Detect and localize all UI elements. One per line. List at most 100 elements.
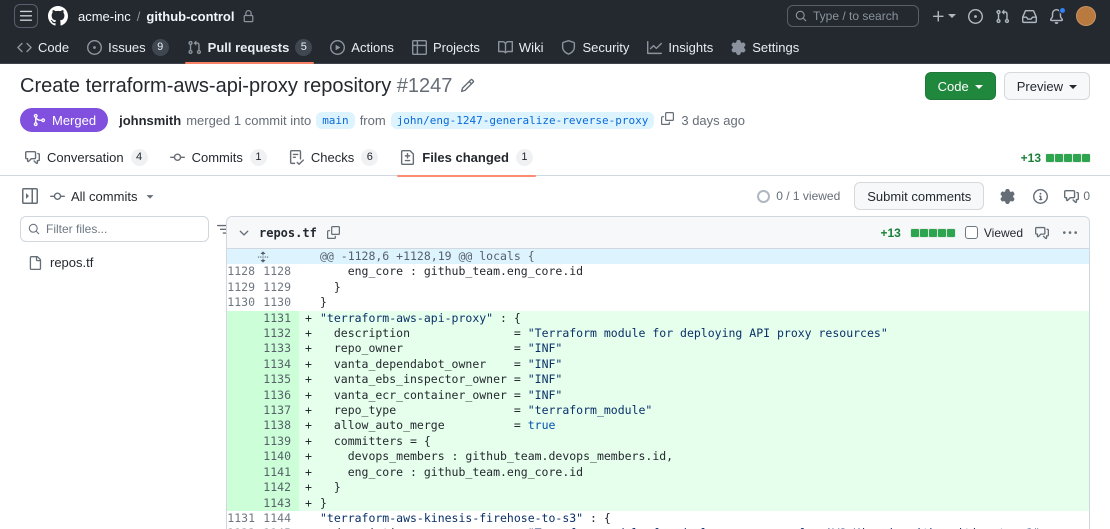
global-search[interactable] <box>787 5 919 27</box>
hamburger-menu-button[interactable] <box>14 4 38 28</box>
diff-info-button[interactable] <box>1031 187 1050 206</box>
new-line-number[interactable]: 1134 <box>263 356 299 373</box>
repo-nav-item-actions[interactable]: Actions <box>321 32 403 63</box>
code-line: } <box>318 480 1089 496</box>
viewed-checkbox[interactable] <box>964 226 978 239</box>
new-line-number[interactable]: 1142 <box>263 480 299 496</box>
repo-nav-item-wiki[interactable]: Wiki <box>489 32 553 63</box>
repo-nav-item-settings[interactable]: Settings <box>722 32 808 63</box>
repo-nav-item-issues[interactable]: Issues 9 <box>78 32 178 63</box>
old-line-number[interactable] <box>227 341 263 357</box>
old-line-number[interactable] <box>227 356 263 373</box>
new-line-number[interactable]: 1128 <box>263 264 299 279</box>
file-filter <box>20 216 209 242</box>
new-line-number[interactable]: 1129 <box>263 280 299 295</box>
file-options-button[interactable] <box>1061 224 1079 242</box>
tab-files-changed[interactable]: Files changed 1 <box>389 140 544 177</box>
diff-row: 1130 1130} <box>227 295 1089 310</box>
old-line-number[interactable] <box>227 310 263 327</box>
new-line-number[interactable]: 1143 <box>263 495 299 511</box>
old-line-number[interactable] <box>227 449 263 465</box>
tab-checks[interactable]: Checks 6 <box>278 140 389 176</box>
counter-badge: 4 <box>130 149 148 166</box>
copy-icon <box>326 226 340 239</box>
inbox-button[interactable] <box>1022 9 1037 24</box>
new-line-number[interactable]: 1139 <box>263 433 299 450</box>
copy-file-path-button[interactable] <box>325 224 342 241</box>
issues-dashboard-button[interactable] <box>968 8 983 24</box>
plus-icon <box>931 9 946 24</box>
notifications-button[interactable] <box>1049 6 1066 24</box>
head-branch-label[interactable]: john/eng-1247-generalize-reverse-proxy <box>390 111 655 129</box>
old-line-number[interactable] <box>227 495 263 511</box>
new-line-number[interactable]: 1141 <box>263 464 299 481</box>
code-line: devops_members : github_team.devops_memb… <box>318 449 1089 465</box>
new-line-number[interactable]: 1132 <box>263 326 299 342</box>
diff-marker: + <box>299 449 318 465</box>
old-line-number[interactable] <box>227 464 263 481</box>
new-line-number[interactable]: 1137 <box>263 403 299 419</box>
pull-requests-dashboard-button[interactable] <box>995 9 1010 24</box>
breadcrumb: acme-inc / github-control <box>78 9 255 24</box>
new-line-number[interactable]: 1138 <box>263 418 299 434</box>
author-link[interactable]: johnsmith <box>119 113 181 128</box>
code-button[interactable]: Code <box>924 72 996 100</box>
repo-nav-item-projects[interactable]: Projects <box>403 32 489 63</box>
create-new-button[interactable] <box>931 9 956 24</box>
collapse-file-button[interactable] <box>237 226 251 240</box>
diff-row: 1135 + vanta_ebs_inspector_owner = "INF" <box>227 372 1089 388</box>
diffstat-block <box>1045 152 1055 163</box>
old-line-number[interactable]: 1130 <box>227 295 263 310</box>
repo-nav-item-security[interactable]: Security <box>552 32 638 63</box>
new-line-number[interactable]: 1133 <box>263 341 299 357</box>
toggle-file-tree-button[interactable] <box>20 186 40 206</box>
repo-nav-item-code[interactable]: Code <box>8 32 78 63</box>
tab-commits[interactable]: Commits 1 <box>159 140 278 176</box>
file-diffstat-blocks <box>909 227 956 238</box>
submit-comments-button[interactable]: Submit comments <box>854 182 985 210</box>
copy-branch-button[interactable] <box>659 112 676 128</box>
old-line-number[interactable] <box>227 418 263 434</box>
preview-button[interactable]: Preview <box>1003 72 1090 100</box>
old-line-number[interactable] <box>227 403 263 419</box>
org-link[interactable]: acme-inc <box>78 9 131 24</box>
code-line: vanta_ebs_inspector_owner = "INF" <box>318 372 1089 388</box>
edit-title-button[interactable] <box>460 78 475 96</box>
old-line-number[interactable] <box>227 326 263 342</box>
new-line-number[interactable]: 1130 <box>263 295 299 310</box>
old-line-number[interactable] <box>227 480 263 496</box>
old-line-number[interactable] <box>227 387 263 404</box>
user-menu-button[interactable] <box>1076 6 1096 26</box>
from-text: from <box>359 112 386 128</box>
base-branch-label[interactable]: main <box>316 111 355 129</box>
new-line-number[interactable]: 1136 <box>263 387 299 404</box>
expand-diff-button[interactable] <box>227 249 299 265</box>
github-logo-icon[interactable] <box>48 6 68 26</box>
caret-down-icon <box>948 14 956 18</box>
diff-file-name[interactable]: repos.tf <box>259 226 317 240</box>
diff-settings-button[interactable] <box>998 187 1017 206</box>
file-filter-input[interactable] <box>46 222 201 236</box>
file-comment-button[interactable] <box>1033 224 1051 242</box>
file-tree-item[interactable]: repos.tf <box>20 250 210 275</box>
viewed-label: Viewed <box>983 225 1023 240</box>
code-line: repo_owner = "INF" <box>318 341 1089 357</box>
new-line-number[interactable]: 1131 <box>263 310 299 327</box>
old-line-number[interactable]: 1131 <box>227 511 263 526</box>
repo-nav-item-insights[interactable]: Insights <box>638 32 722 63</box>
old-line-number[interactable]: 1129 <box>227 280 263 295</box>
tab-label: Commits <box>191 150 243 165</box>
new-line-number[interactable]: 1144 <box>263 511 299 526</box>
chevron-down-icon <box>237 226 251 240</box>
old-line-number[interactable] <box>227 433 263 450</box>
new-line-number[interactable]: 1135 <box>263 372 299 388</box>
comments-toggle-button[interactable]: 0 <box>1064 189 1090 204</box>
tab-conversation[interactable]: Conversation 4 <box>14 140 159 176</box>
old-line-number[interactable]: 1128 <box>227 264 263 279</box>
old-line-number[interactable] <box>227 372 263 388</box>
commits-filter-dropdown[interactable]: All commits <box>50 189 157 204</box>
repo-link[interactable]: github-control <box>146 9 234 24</box>
new-line-number[interactable]: 1140 <box>263 449 299 465</box>
search-input[interactable] <box>813 9 911 23</box>
repo-nav-item-pull-requests[interactable]: Pull requests 5 <box>178 32 322 64</box>
